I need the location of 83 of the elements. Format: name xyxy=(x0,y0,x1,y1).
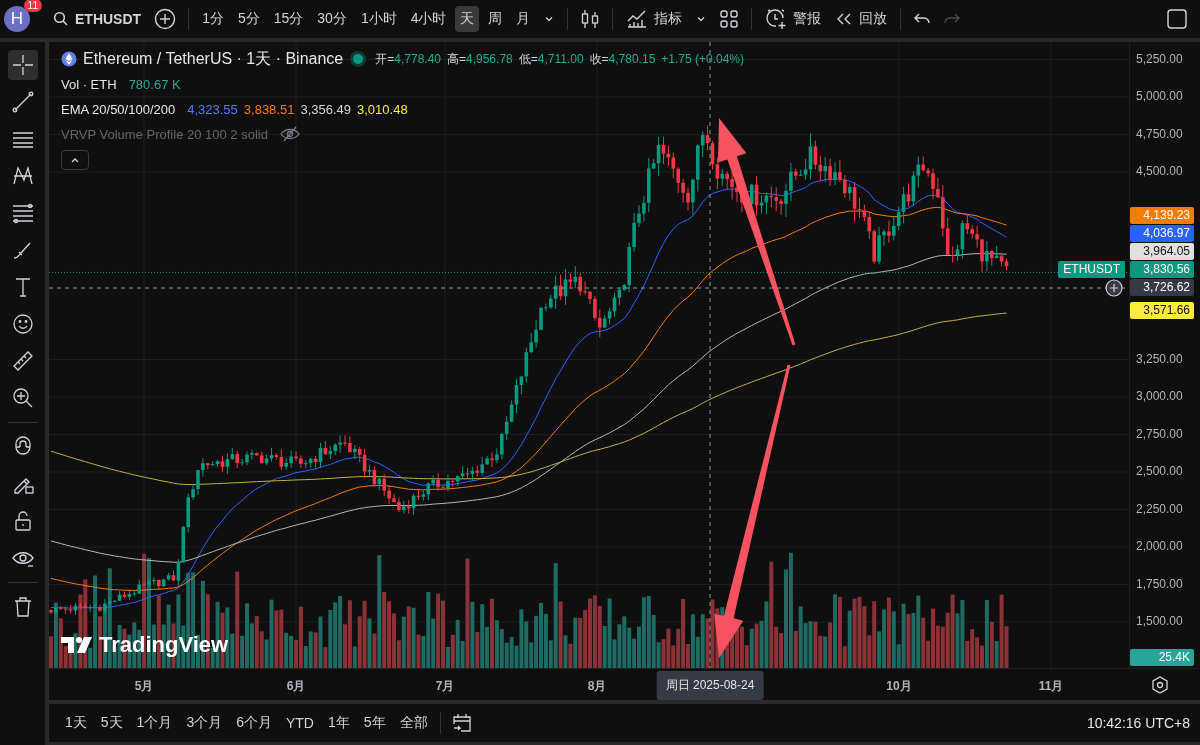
price-label: 4,139.23 xyxy=(1130,207,1194,224)
range-button[interactable]: 全部 xyxy=(393,710,434,736)
alert-button[interactable]: 警报 xyxy=(760,4,827,34)
user-avatar[interactable]: H xyxy=(4,6,30,32)
crosshair-tool-icon[interactable] xyxy=(7,50,38,80)
interval-tab[interactable]: 15分 xyxy=(268,6,309,32)
interval-tab[interactable]: 5分 xyxy=(232,6,265,32)
interval-tab[interactable]: 30分 xyxy=(312,6,352,32)
price-tick-label: 1,500.00 xyxy=(1136,614,1183,628)
ethereum-logo-icon xyxy=(61,51,77,67)
volume-value: 780.67 K xyxy=(128,76,181,92)
interval-tab[interactable]: 周 xyxy=(483,6,508,32)
month-label: 6月 xyxy=(286,678,306,695)
range-button[interactable]: 1个月 xyxy=(130,710,179,736)
collapse-legend-button[interactable] xyxy=(61,150,89,170)
price-tick-label: 4,500.00 xyxy=(1136,164,1183,178)
month-label: 5月 xyxy=(134,678,154,695)
range-button[interactable]: YTD xyxy=(280,711,320,735)
search-icon xyxy=(53,11,69,27)
price-tick-label: 1,750.00 xyxy=(1136,576,1183,591)
layout-grid-icon[interactable] xyxy=(719,9,740,29)
price-label: 3,964.05 xyxy=(1130,243,1194,260)
price-tick-label: 5,000.00 xyxy=(1136,89,1183,103)
price-tick-label: 2,250.00 xyxy=(1136,501,1183,516)
price-tick-label: 2,750.00 xyxy=(1136,426,1183,441)
tradingview-logo[interactable]: TradingView xyxy=(61,632,229,658)
price-tick-label: 2,500.00 xyxy=(1136,464,1183,478)
ema-indicator-label[interactable]: EMA 20/50/100/200 xyxy=(61,101,176,117)
replay-button[interactable]: 回放 xyxy=(830,6,893,32)
settings-icon[interactable] xyxy=(1150,675,1170,695)
ohlc-value: 高=4,956.78 xyxy=(447,50,513,68)
ohlc-value: 收=4,780.15 xyxy=(589,50,656,68)
price-tick-label: 4,750.00 xyxy=(1136,126,1183,141)
interval-tab[interactable]: 月 xyxy=(511,6,536,32)
add-alert-plus-icon[interactable] xyxy=(1104,278,1124,298)
price-tick-label: 5,250.00 xyxy=(1136,51,1183,66)
symbol-price-tag: ETHUSDT xyxy=(1058,261,1125,278)
ema-value: 3,356.49 xyxy=(300,101,352,117)
caret-icon xyxy=(70,156,80,164)
range-button[interactable]: 5年 xyxy=(357,710,392,736)
price-label: 3,726.62 xyxy=(1130,279,1194,296)
ohlc-value: 开=4,778.40 xyxy=(375,50,441,68)
price-tick-label: 3,250.00 xyxy=(1136,351,1183,366)
fullscreen-icon[interactable] xyxy=(1166,8,1188,30)
symbol-search-button[interactable]: ETHUSDT xyxy=(48,7,147,31)
range-button[interactable]: 5天 xyxy=(94,710,129,736)
chart-icon xyxy=(626,9,649,29)
ema-value: 3,838.51 xyxy=(243,101,295,117)
range-button[interactable]: 1天 xyxy=(59,710,93,736)
month-label: 7月 xyxy=(435,678,455,695)
ema-value: 4,323.55 xyxy=(187,101,238,117)
interval-tab[interactable]: 1分 xyxy=(197,6,229,32)
crosshair-date-label: 周日 2025-08-24 xyxy=(656,671,764,700)
ema-value: 3,010.48 xyxy=(357,101,408,117)
indicators-button[interactable]: 指标 xyxy=(621,5,688,33)
ohlc-value: 低=4,711.00 xyxy=(518,50,584,68)
range-button[interactable]: 3个月 xyxy=(180,710,229,736)
price-label: 3,830.56 xyxy=(1130,261,1194,278)
add-symbol-icon[interactable] xyxy=(154,8,177,30)
range-button[interactable]: 1年 xyxy=(322,710,356,736)
month-label: 11月 xyxy=(1038,678,1064,695)
price-change: +1.75 (+0.04%) xyxy=(661,52,745,66)
price-label: 3,571.66 xyxy=(1130,302,1194,320)
hidden-eye-icon[interactable] xyxy=(279,126,300,142)
volume-axis-label: 25.4K xyxy=(1130,649,1194,666)
volume-indicator-label[interactable]: Vol · ETH xyxy=(61,76,117,92)
candlestick-icon[interactable] xyxy=(580,8,601,30)
price-tick-label: 3,000.00 xyxy=(1136,389,1183,403)
interval-tab[interactable]: 1小时 xyxy=(355,6,402,32)
price-label: 4,036.97 xyxy=(1130,225,1194,242)
market-status-dot xyxy=(353,54,364,64)
clock-time[interactable]: 10:42:16 UTC+8 xyxy=(1086,715,1190,731)
month-label: 8月 xyxy=(587,678,607,695)
calendar-icon[interactable] xyxy=(450,712,473,734)
symbol-title[interactable]: Ethereum / TetherUS · 1天 · Binance xyxy=(83,48,344,70)
alarm-clock-icon xyxy=(765,8,788,30)
price-chart[interactable] xyxy=(49,42,1129,668)
price-tick-label: 2,000.00 xyxy=(1136,539,1183,553)
range-button[interactable]: 6个月 xyxy=(230,710,278,736)
month-label: 10月 xyxy=(886,678,912,695)
notification-badge: 11 xyxy=(23,0,42,12)
interval-tab[interactable]: 4小时 xyxy=(405,6,452,32)
interval-tab[interactable]: 天 xyxy=(455,6,480,32)
